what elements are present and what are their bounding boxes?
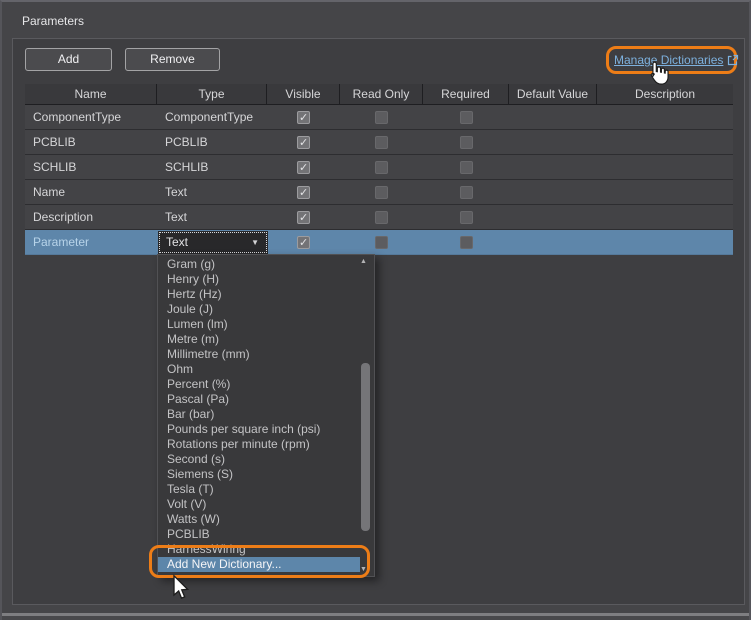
column-header-readonly[interactable]: Read Only: [340, 84, 423, 104]
table-row-selected[interactable]: Parameter Text ▼: [25, 230, 733, 255]
column-header-type[interactable]: Type: [157, 84, 267, 104]
readonly-checkbox[interactable]: [375, 186, 388, 199]
dropdown-item[interactable]: HarnessWiring: [158, 542, 356, 557]
dropdown-item[interactable]: Gram (g): [158, 257, 356, 272]
param-type: Text: [165, 185, 188, 199]
dropdown-item[interactable]: Millimetre (mm): [158, 347, 356, 362]
visible-checkbox[interactable]: [297, 236, 310, 249]
dropdown-item[interactable]: Rotations per minute (rpm): [158, 437, 356, 452]
readonly-checkbox[interactable]: [375, 111, 388, 124]
visible-checkbox[interactable]: [297, 161, 310, 174]
chevron-down-icon[interactable]: ▼: [251, 231, 259, 254]
dropdown-item[interactable]: Percent (%): [158, 377, 356, 392]
param-name: SCHLIB: [33, 160, 77, 174]
dropdown-item[interactable]: Pascal (Pa): [158, 392, 356, 407]
dropdown-item[interactable]: Bar (bar): [158, 407, 356, 422]
manage-dictionaries-label: Manage Dictionaries: [614, 53, 724, 67]
dropdown-item[interactable]: Ohm: [158, 362, 356, 377]
external-link-icon: [727, 54, 739, 66]
parameters-panel: Parameters Add Remove Manage Dictionarie…: [0, 0, 751, 620]
dropdown-scrollbar[interactable]: ▲ ▼: [357, 255, 374, 576]
table-row[interactable]: ComponentType ComponentType: [25, 105, 733, 130]
param-name: ComponentType: [33, 110, 122, 124]
panel-title: Parameters: [22, 14, 85, 28]
param-name: Description: [33, 210, 94, 224]
dropdown-items: Gram (g) Henry (H) Hertz (Hz) Joule (J) Lume…: [158, 257, 360, 572]
column-header-required[interactable]: Required: [423, 84, 509, 104]
dropdown-item[interactable]: Hertz (Hz): [158, 287, 356, 302]
type-dropdown-list: Gram (g) Henry (H) Hertz (Hz) Joule (J) Lume…: [157, 254, 375, 577]
dropdown-item[interactable]: Lumen (lm): [158, 317, 356, 332]
param-type: Text: [165, 210, 188, 224]
scrollbar-thumb[interactable]: [361, 363, 370, 531]
type-combobox[interactable]: Text ▼: [158, 231, 268, 254]
column-header-name[interactable]: Name: [25, 84, 157, 104]
table-row[interactable]: Description Text: [25, 205, 733, 230]
dropdown-item[interactable]: Second (s): [158, 452, 356, 467]
table-row[interactable]: PCBLIB PCBLIB: [25, 130, 733, 155]
param-type: SCHLIB: [165, 160, 209, 174]
dropdown-item[interactable]: Watts (W): [158, 512, 356, 527]
readonly-checkbox[interactable]: [375, 211, 388, 224]
visible-checkbox[interactable]: [297, 211, 310, 224]
scroll-up-icon[interactable]: ▲: [360, 258, 367, 265]
visible-checkbox[interactable]: [297, 186, 310, 199]
param-type: PCBLIB: [165, 135, 208, 149]
readonly-checkbox[interactable]: [375, 136, 388, 149]
area-below-dialog: [2, 616, 749, 620]
readonly-checkbox[interactable]: [375, 161, 388, 174]
table-row[interactable]: Name Text: [25, 180, 733, 205]
readonly-checkbox[interactable]: [375, 236, 388, 249]
required-checkbox[interactable]: [460, 136, 473, 149]
param-type: ComponentType: [165, 110, 254, 124]
required-checkbox[interactable]: [460, 161, 473, 174]
dropdown-item[interactable]: Tesla (T): [158, 482, 356, 497]
visible-checkbox[interactable]: [297, 111, 310, 124]
required-checkbox[interactable]: [460, 111, 473, 124]
add-button[interactable]: Add: [25, 48, 112, 71]
remove-button[interactable]: Remove: [125, 48, 220, 71]
dropdown-item[interactable]: Siemens (S): [158, 467, 356, 482]
dropdown-item[interactable]: Add New Dictionary...: [158, 557, 360, 572]
type-combobox-value: Text: [166, 235, 189, 249]
required-checkbox[interactable]: [460, 211, 473, 224]
scroll-down-icon[interactable]: ▼: [360, 566, 367, 573]
param-name: PCBLIB: [33, 135, 76, 149]
table-header: Name Type Visible Read Only Required Def…: [25, 84, 733, 105]
dropdown-item[interactable]: Volt (V): [158, 497, 356, 512]
required-checkbox[interactable]: [460, 186, 473, 199]
required-checkbox[interactable]: [460, 236, 473, 249]
column-header-description[interactable]: Description: [597, 84, 733, 104]
manage-dictionaries-link[interactable]: Manage Dictionaries: [614, 53, 739, 67]
param-name: Name: [33, 185, 66, 199]
visible-checkbox[interactable]: [297, 136, 310, 149]
column-header-default-value[interactable]: Default Value: [509, 84, 597, 104]
dropdown-item[interactable]: Henry (H): [158, 272, 356, 287]
dropdown-item[interactable]: PCBLIB: [158, 527, 356, 542]
dropdown-item[interactable]: Pounds per square inch (psi): [158, 422, 356, 437]
dropdown-item[interactable]: Metre (m): [158, 332, 356, 347]
table-row[interactable]: SCHLIB SCHLIB: [25, 155, 733, 180]
dropdown-item[interactable]: Joule (J): [158, 302, 356, 317]
param-name: Parameter: [33, 235, 90, 249]
column-header-visible[interactable]: Visible: [267, 84, 340, 104]
